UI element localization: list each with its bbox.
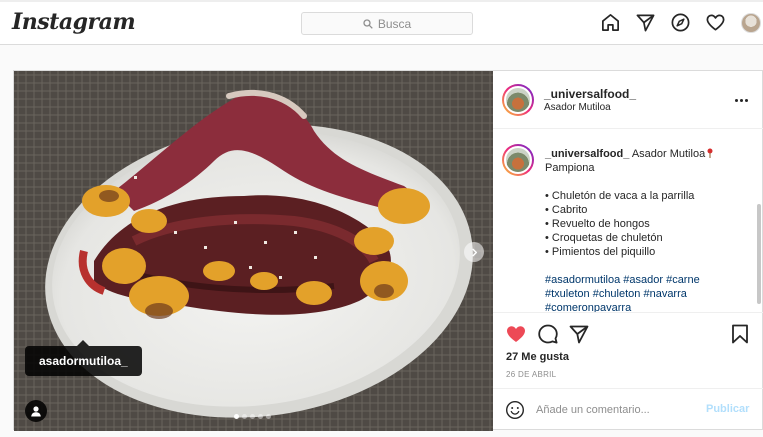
caption-area: _universalfood_ Asador Mutiloa Pampiona …	[493, 130, 763, 312]
home-icon[interactable]	[600, 12, 621, 33]
caption-username[interactable]: _universalfood_	[545, 148, 629, 160]
hashtag-line[interactable]: #asadormutiloa #asador #carne	[545, 273, 750, 287]
post-sidebar: _universalfood_ Asador Mutiloa _universa…	[493, 71, 763, 431]
activity-heart-icon[interactable]	[705, 12, 726, 33]
carousel-dot	[250, 414, 255, 419]
emoji-icon[interactable]	[505, 400, 525, 420]
post-caption: _universalfood_ Asador Mutiloa Pampiona …	[545, 147, 750, 312]
post-header: _universalfood_ Asador Mutiloa	[493, 71, 763, 129]
share-icon[interactable]	[568, 323, 590, 345]
carousel-next-button[interactable]	[464, 242, 484, 262]
carousel-dot	[242, 414, 247, 419]
author-avatar[interactable]	[502, 84, 534, 116]
search-box[interactable]: Busca	[301, 12, 473, 35]
caption-line1: Asador Mutiloa	[631, 148, 706, 160]
caption-line2: Pampiona	[545, 162, 595, 174]
top-nav: Instagram Busca	[0, 0, 763, 45]
post-actions: 27 Me gusta 26 DE ABRIL	[493, 312, 763, 388]
caption-avatar[interactable]	[502, 144, 534, 176]
explore-icon[interactable]	[670, 12, 691, 33]
tagged-users-button[interactable]	[25, 400, 47, 422]
user-tag-label[interactable]: asadormutiloa_	[25, 340, 142, 376]
carousel-indicator	[234, 414, 271, 419]
location-pin-icon	[707, 148, 713, 158]
post-location[interactable]: Asador Mutiloa	[544, 102, 611, 113]
carousel-dot	[258, 414, 263, 419]
comment-icon[interactable]	[537, 323, 559, 345]
caption-item: • Chuletón de vaca a la parrilla	[545, 190, 695, 202]
add-comment-bar: Publicar	[493, 388, 763, 431]
caption-item: • Pimientos del piquillo	[545, 246, 656, 258]
search-icon	[363, 18, 373, 29]
hashtag-line[interactable]: #txuleton #chuleton #navarra	[545, 287, 750, 301]
nav-icons	[600, 12, 761, 33]
carousel-dot	[234, 414, 239, 419]
post-photo	[14, 71, 493, 431]
profile-avatar[interactable]	[740, 12, 761, 33]
post-date[interactable]: 26 DE ABRIL	[506, 370, 556, 379]
caption-scrollbar[interactable]	[757, 204, 761, 304]
post-card: asadormutiloa_ _universalfood_ Asador Mu…	[13, 70, 763, 431]
direct-icon[interactable]	[635, 12, 656, 33]
carousel-dot	[266, 414, 271, 419]
search-placeholder[interactable]: Busca	[378, 17, 411, 31]
window-edge	[0, 0, 763, 2]
publish-button[interactable]: Publicar	[706, 403, 749, 415]
caption-item: • Croquetas de chuletón	[545, 232, 663, 244]
likes-count[interactable]: 27 Me gusta	[506, 351, 569, 363]
author-username[interactable]: _universalfood_	[544, 87, 636, 101]
instagram-logo[interactable]: Instagram	[12, 9, 136, 35]
caption-item: • Cabrito	[545, 204, 588, 216]
like-heart-icon[interactable]	[505, 323, 527, 345]
more-options-icon[interactable]	[732, 91, 750, 109]
user-icon	[31, 406, 41, 417]
avatar	[740, 12, 761, 33]
caption-item: • Revuelto de hongos	[545, 218, 650, 230]
comment-input[interactable]	[536, 402, 696, 418]
bookmark-icon[interactable]	[729, 323, 751, 345]
post-media[interactable]: asadormutiloa_	[14, 71, 493, 431]
hashtag-line[interactable]: #comeronpavarra	[545, 301, 750, 312]
chevron-right-icon	[471, 248, 477, 256]
